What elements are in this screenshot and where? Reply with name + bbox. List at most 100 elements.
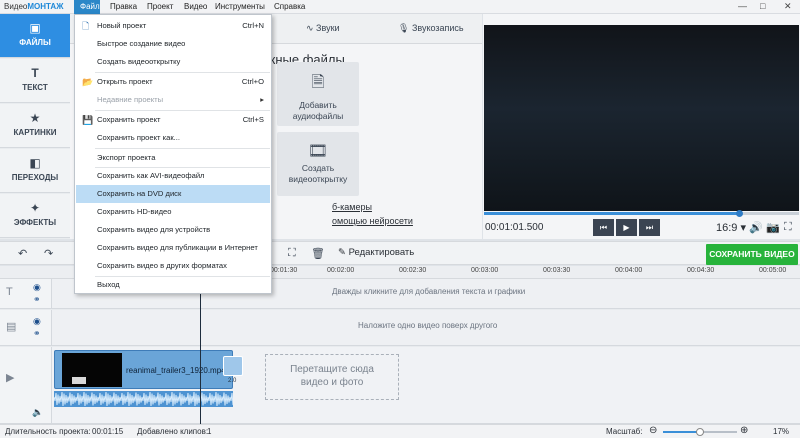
redo-icon[interactable]: ↷ — [44, 247, 53, 260]
menu-item-save-other[interactable]: Сохранить видео в других форматах — [76, 257, 270, 275]
menu-item-save-avi[interactable]: Сохранить как AVI-видеофайл — [76, 167, 270, 185]
ruler-tick: 00:05:00 — [759, 267, 787, 274]
play-button[interactable]: ▶ — [616, 219, 637, 236]
sidebar-item-files[interactable]: ▣ ФАЙЛЫ — [0, 14, 70, 58]
progress-fill — [484, 212, 740, 215]
link-icon[interactable]: ⚭ — [33, 294, 41, 305]
transition-duration: 2.0 — [228, 378, 237, 384]
video-clip[interactable]: reanimal_trailer3_1920.mp4 2.0 — [54, 350, 243, 389]
preview-panel: 00:01:01.500 ⏮ ▶ ⏭ 16:9 ▾ 🔊 📷 ⛶ — [483, 14, 800, 239]
transitions-icon: ◧ — [29, 156, 41, 170]
audio-file-icon: 🗎 — [311, 74, 325, 91]
menu-file[interactable]: Файл — [74, 0, 100, 14]
text-icon: T — [31, 66, 39, 80]
camera-icon[interactable]: 📷 — [766, 221, 780, 234]
menu-item-create-videocard[interactable]: Создать видеооткрытку — [76, 53, 270, 71]
trash-icon[interactable]: 🗑 — [311, 247, 325, 260]
waveform-svg — [53, 391, 234, 407]
next-button[interactable]: ⏭ — [639, 219, 660, 236]
neural-link[interactable]: омощью нейросети — [332, 216, 413, 226]
microphone-icon: 🎙 — [398, 23, 412, 33]
app-logo: ВидеоМОНТАЖ — [4, 2, 64, 11]
clips-value: 1 — [207, 427, 212, 436]
video-track-header: ▶ 🔈 — [0, 347, 52, 424]
menu-item-quick-video[interactable]: Быстрое создание видео — [76, 35, 270, 53]
add-audio-button[interactable]: 🗎 Добавить аудиофайлы — [277, 62, 359, 126]
webcam-link[interactable]: б-камеры — [332, 202, 372, 212]
edit-icon: ✎ — [338, 247, 349, 258]
video-preview[interactable] — [484, 25, 799, 211]
eye-icon[interactable]: ◉ — [33, 282, 41, 293]
sidebar-item-text[interactable]: T ТЕКСТ — [0, 59, 70, 103]
zoom-slider-knob[interactable] — [696, 428, 704, 436]
maximize-icon[interactable]: □ — [760, 1, 765, 11]
sidebar-item-pictures[interactable]: ★ КАРТИНКИ — [0, 104, 70, 148]
new-file-icon: 🗋 — [82, 21, 90, 31]
scale-label: Масштаб: — [606, 427, 643, 436]
zoom-out-icon[interactable]: ⊖ — [649, 425, 657, 436]
ruler-tick: 00:02:00 — [327, 267, 355, 274]
ruler-tick: 00:04:00 — [615, 267, 643, 274]
ruler-tick: 00:04:30 — [687, 267, 715, 274]
menu-edit[interactable]: Правка — [110, 2, 137, 11]
volume-icon[interactable]: 🔊 — [749, 221, 763, 234]
drop-zone[interactable]: Перетащите сюда видео и фото — [265, 354, 399, 400]
progress-knob[interactable] — [736, 210, 744, 217]
star-icon: ★ — [29, 111, 41, 125]
clip-name: reanimal_trailer3_1920.mp4 — [126, 366, 226, 375]
crop-icon[interactable]: ⛶ — [288, 247, 296, 260]
text-track-header: T ◉ ⚭ — [0, 279, 52, 309]
menu-item-save-dvd[interactable]: Сохранить на DVD диск — [76, 185, 270, 203]
sidebar-item-effects[interactable]: ✦ ЭФФЕКТЫ — [0, 194, 70, 238]
zoom-slider-rest — [700, 431, 737, 433]
ruler-tick: 00:01:30 — [270, 267, 298, 274]
previous-button[interactable]: ⏮ — [593, 219, 614, 236]
text-track-icon: T — [6, 286, 13, 298]
zoom-slider[interactable] — [663, 431, 700, 433]
menu-item-new-project[interactable]: 🗋 Новый проект Ctrl+N — [76, 17, 270, 35]
ruler-tick: 00:02:30 — [399, 267, 427, 274]
link-icon[interactable]: ⚭ — [33, 328, 41, 339]
menu-project[interactable]: Проект — [147, 2, 173, 11]
clip-thumbnail — [62, 353, 122, 387]
sidebar-item-transitions[interactable]: ◧ ПЕРЕХОДЫ — [0, 149, 70, 193]
menu-item-save-project[interactable]: 💾 Сохранить проект Ctrl+S — [76, 111, 270, 129]
duration-label: Длительность проекта: — [5, 427, 91, 436]
audio-waveform[interactable] — [53, 391, 234, 407]
save-video-button[interactable]: СОХРАНИТЬ ВИДЕО — [706, 244, 798, 265]
menu-item-save-hd[interactable]: Сохранить HD-видео — [76, 203, 270, 221]
eye-icon[interactable]: ◉ — [33, 316, 41, 327]
close-icon[interactable]: ✕ — [784, 1, 792, 12]
menu-item-recent-projects[interactable]: Недавние проекты ▸ — [76, 91, 270, 109]
image-icon: ▣ — [29, 21, 41, 35]
film-icon: 🎞 — [307, 143, 329, 160]
menu-tools[interactable]: Инструменты — [215, 2, 265, 11]
undo-icon[interactable]: ↶ — [18, 247, 27, 260]
fullscreen-icon[interactable]: ⛶ — [784, 221, 792, 234]
clips-label: Добавлено клипов: — [137, 427, 209, 436]
transition-thumbnail[interactable] — [223, 356, 243, 376]
aspect-ratio-select[interactable]: 16:9 ▾ — [716, 221, 746, 234]
audio-icon[interactable]: 🔈 — [32, 407, 43, 418]
minimize-icon[interactable]: — — [738, 1, 747, 11]
menu-item-export-project[interactable]: Экспорт проекта — [76, 149, 270, 167]
menu-help[interactable]: Справка — [274, 2, 305, 11]
menu-item-save-project-as[interactable]: Сохранить проект как... — [76, 129, 270, 147]
sidebar: ▣ ФАЙЛЫ T ТЕКСТ ★ КАРТИНКИ ◧ ПЕРЕХОДЫ ✦ ЭФФЕК… — [0, 14, 70, 239]
menu-item-exit[interactable]: Выход — [76, 276, 270, 294]
overlay-track[interactable]: Наложите одно видео поверх другого — [52, 310, 800, 346]
tab-recording[interactable]: 🎙 Звукозапись — [398, 23, 464, 34]
menu-item-save-internet[interactable]: Сохранить видео для публикации в Интерне… — [76, 239, 270, 257]
ruler-tick: 00:03:00 — [471, 267, 499, 274]
tab-sounds[interactable]: ∿ Звуки — [306, 23, 340, 34]
zoom-in-icon[interactable]: ⊕ — [740, 425, 748, 436]
menu-item-save-devices[interactable]: Сохранить видео для устройств — [76, 221, 270, 239]
file-menu-dropdown: 🗋 Новый проект Ctrl+N Быстрое создание вид… — [74, 14, 272, 294]
menu-video[interactable]: Видео — [184, 2, 207, 11]
menu-item-open-project[interactable]: 📂 Открыть проект Ctrl+O — [76, 73, 270, 91]
create-videocard-button[interactable]: 🎞 Создать видеооткрытку — [277, 132, 359, 196]
playback-progress[interactable] — [484, 210, 799, 217]
overlay-track-icon: ▤ — [6, 321, 17, 333]
folder-icon: 📂 — [82, 77, 94, 87]
edit-button[interactable]: ✎ Редактировать — [338, 247, 414, 258]
